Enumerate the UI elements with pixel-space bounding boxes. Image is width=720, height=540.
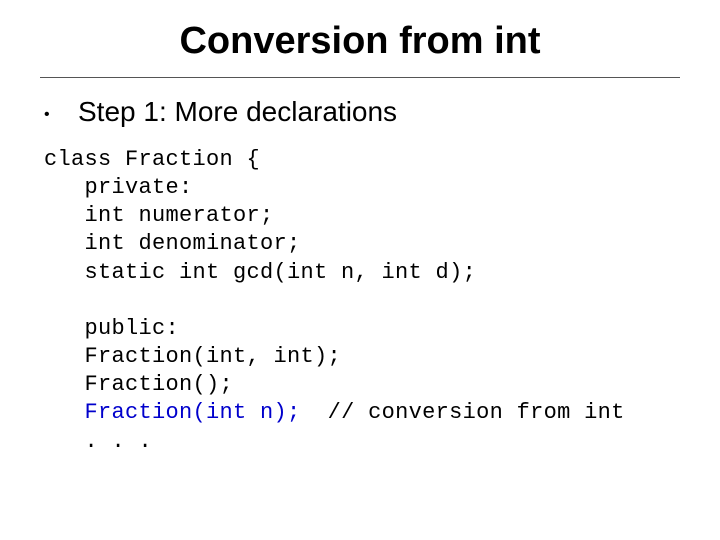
code-block: class Fraction { private: int numerator;… — [44, 146, 680, 456]
code-indent — [44, 400, 85, 425]
code-line: int denominator; — [44, 231, 301, 256]
code-line: static int gcd(int n, int d); — [44, 260, 476, 285]
code-line: public: — [44, 316, 179, 341]
code-highlight: Fraction(int n); — [85, 400, 301, 425]
code-line: private: — [44, 175, 193, 200]
code-line: class Fraction { — [44, 147, 260, 172]
code-line: . . . — [44, 429, 152, 454]
subtitle-text: Step 1: More declarations — [78, 96, 397, 128]
slide-title: Conversion from int — [40, 20, 680, 77]
bullet-icon: • — [40, 96, 78, 124]
divider — [40, 77, 680, 78]
subtitle-row: • Step 1: More declarations — [40, 96, 680, 128]
slide-container: Conversion from int • Step 1: More decla… — [0, 0, 720, 540]
code-line: Fraction(int, int); — [44, 344, 341, 369]
code-line: int numerator; — [44, 203, 274, 228]
code-comment: // conversion from int — [301, 400, 625, 425]
code-line: Fraction(); — [44, 372, 233, 397]
